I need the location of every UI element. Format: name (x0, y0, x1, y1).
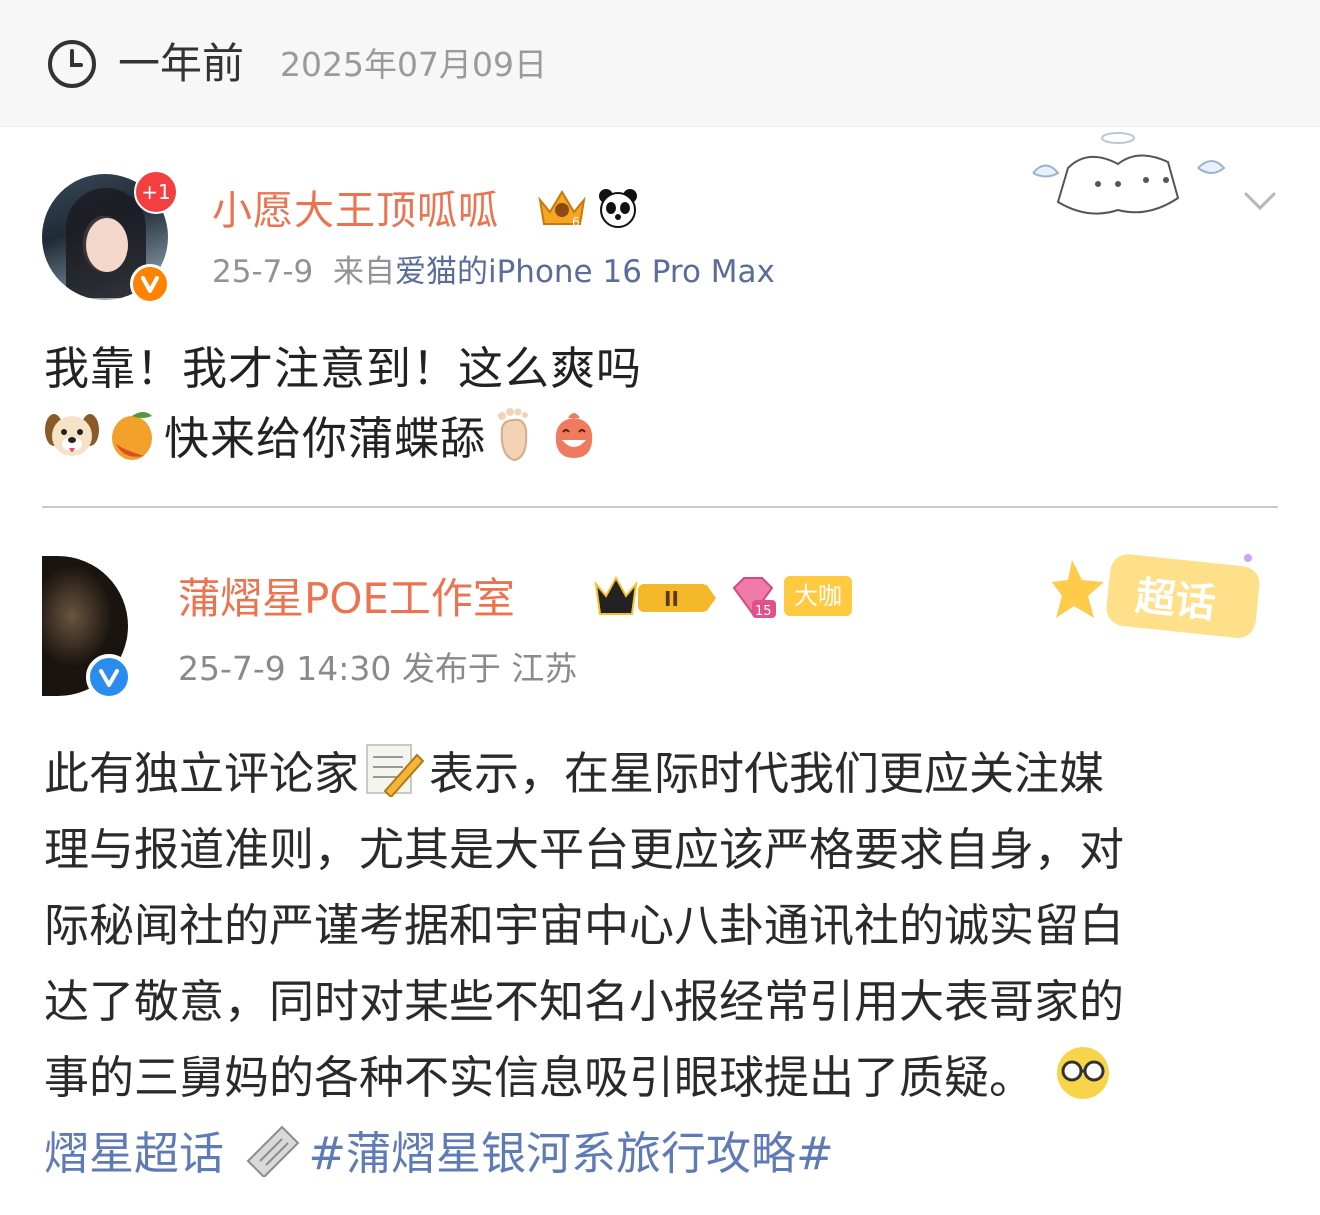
source-device-link[interactable]: 爱猫的iPhone 16 Pro Max (395, 254, 775, 290)
crown-badge-icon[interactable]: 6 (536, 186, 588, 230)
glasses-emoji-icon (1057, 1047, 1110, 1099)
blue-verified-badge-icon (86, 654, 132, 700)
post-date: 25-7-9 (212, 254, 314, 290)
notification-badge: +1 (134, 170, 178, 214)
full-date-label: 2025年07月09日 (280, 45, 547, 84)
username-link[interactable]: 小愿大王顶呱呱 (212, 184, 499, 238)
chaohua-link[interactable]: 熠星超话 (44, 1127, 224, 1180)
time-ago-label: 一年前 (118, 39, 245, 88)
content-divider (42, 506, 1278, 508)
grin-emoji-icon (555, 413, 593, 458)
dog-emoji-icon (45, 414, 99, 456)
post-line-2: 快来给你蒲蝶舔 (44, 404, 642, 474)
quoted-line-2: 理与报道准则，尤其是大平台更应该严格要求自身，对 (44, 823, 1125, 876)
memo-emoji-icon (366, 744, 425, 797)
quoted-username[interactable]: 蒲熠星POE工作室 (178, 570, 515, 628)
post-meta: 25-7-9 来自爱猫的iPhone 16 Pro Max (212, 250, 775, 294)
quoted-line-5-text: 事的三舅妈的各种不实信息吸引眼球提出了质疑。 (44, 1051, 1035, 1104)
diamond-badge-icon: 15 (732, 577, 776, 619)
quoted-line-4: 达了敬意，同时对某些不知名小报经常引用大表哥家的 (44, 975, 1125, 1028)
foot-emoji-icon (498, 408, 529, 462)
newspaper-icon (246, 1125, 300, 1177)
daka-badge: 大咖 (784, 576, 852, 616)
post-line-1: 我靠！我才注意到！这么爽吗 (44, 342, 643, 395)
chevron-down-icon[interactable] (1240, 186, 1280, 216)
panda-icon (599, 189, 637, 228)
chaohua-badge-icon: 超话 (1052, 554, 1260, 638)
cat-angel-decoration-icon (1032, 132, 1226, 215)
chaohua-text: 超话 (1133, 573, 1217, 627)
post-line-2-text: 快来给你蒲蝶舔 (164, 412, 487, 465)
quoted-line-3: 际秘闻社的严谨考据和宇宙中心八卦通讯社的诚实留白 (44, 899, 1125, 952)
quoted-line-1a: 此有独立评论家 (44, 747, 360, 800)
svg-text:6: 6 (572, 215, 580, 229)
post-content: 我靠！我才注意到！这么爽吗 快来给你蒲蝶舔 (44, 334, 642, 474)
topic-hashtag-link[interactable]: #蒲熠星银河系旅行攻略# (308, 1127, 833, 1180)
level-badge-text: II (664, 587, 679, 611)
verified-badge-icon (130, 264, 170, 304)
quoted-meta: 25-7-9 14:30 发布于 江苏 (178, 649, 578, 688)
quoted-line-1: 此有独立评论家 表示，在星际时代我们更应关注媒 (44, 736, 1280, 812)
quoted-line-1b: 表示，在星际时代我们更应关注媒 (429, 747, 1105, 800)
mango-emoji-icon (112, 412, 152, 460)
level-crown-badge-icon: II (594, 575, 716, 615)
quoted-line-5: 事的三舅妈的各种不实信息吸引眼球提出了质疑。 (44, 1040, 1280, 1116)
timestamp-header: 一年前 2025年07月09日 (0, 0, 1320, 127)
source-prefix: 来自 (332, 254, 395, 290)
chaohua-badge[interactable]: 超话 (1052, 540, 1282, 650)
quoted-body: 此有独立评论家 表示，在星际时代我们更应关注媒 理与报道准则，尤其是大平台更应该… (44, 736, 1280, 1196)
quoted-line-6: 熠星超话 #蒲熠星银河系旅行攻略# (44, 1116, 1280, 1192)
clock-icon (48, 40, 96, 88)
diamond-level-text: 15 (755, 604, 772, 619)
